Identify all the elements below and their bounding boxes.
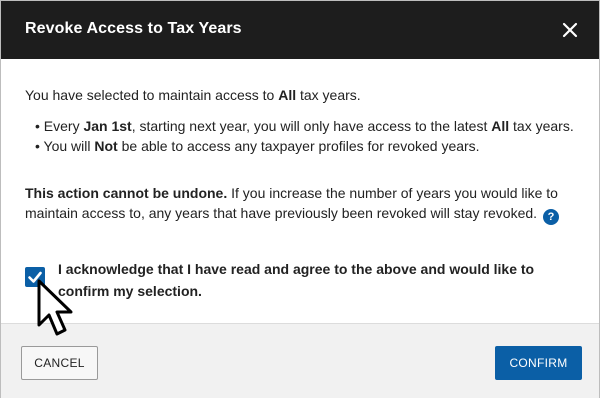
bullet1-bold1: Jan 1st [83, 118, 132, 134]
bullet-not-access: • You will Not be able to access any tax… [35, 136, 575, 156]
bullet-jan-first: • Every Jan 1st, starting next year, you… [35, 116, 575, 136]
revoke-access-dialog: Revoke Access to Tax Years You have sele… [0, 0, 600, 398]
acknowledge-checkbox[interactable] [25, 267, 45, 287]
warning-bold: This action cannot be undone. [25, 185, 228, 201]
checkmark-icon [28, 271, 42, 283]
cancel-button[interactable]: CANCEL [21, 346, 98, 380]
dialog-footer: CANCEL CONFIRM [1, 323, 599, 398]
bullet1-suffix: tax years. [509, 118, 574, 134]
intro-suffix: tax years. [296, 87, 361, 103]
bullet1-mid: , starting next year, you will only have… [131, 118, 492, 134]
intro-text: You have selected to maintain access to … [25, 85, 361, 105]
acknowledge-label[interactable]: I acknowledge that I have read and agree… [58, 258, 578, 302]
bullet2-bold: Not [94, 138, 118, 154]
intro-bold: All [278, 87, 297, 103]
close-button[interactable] [559, 19, 581, 41]
dialog-body: You have selected to maintain access to … [1, 59, 599, 323]
warning-text: This action cannot be undone. If you inc… [25, 183, 570, 225]
confirm-button[interactable]: CONFIRM [495, 346, 582, 380]
dialog-title: Revoke Access to Tax Years [25, 20, 242, 37]
bullet2-prefix: • You will [35, 138, 95, 154]
close-icon [562, 22, 578, 38]
bullet1-bold2: All [491, 118, 510, 134]
help-icon[interactable]: ? [542, 209, 559, 225]
intro-prefix: You have selected to maintain access to [25, 87, 279, 103]
info-bullets: • Every Jan 1st, starting next year, you… [35, 116, 575, 156]
dialog-header: Revoke Access to Tax Years [1, 1, 599, 59]
bullet1-prefix: • Every [35, 118, 84, 134]
bullet2-suffix: be able to access any taxpayer profiles … [117, 138, 480, 154]
